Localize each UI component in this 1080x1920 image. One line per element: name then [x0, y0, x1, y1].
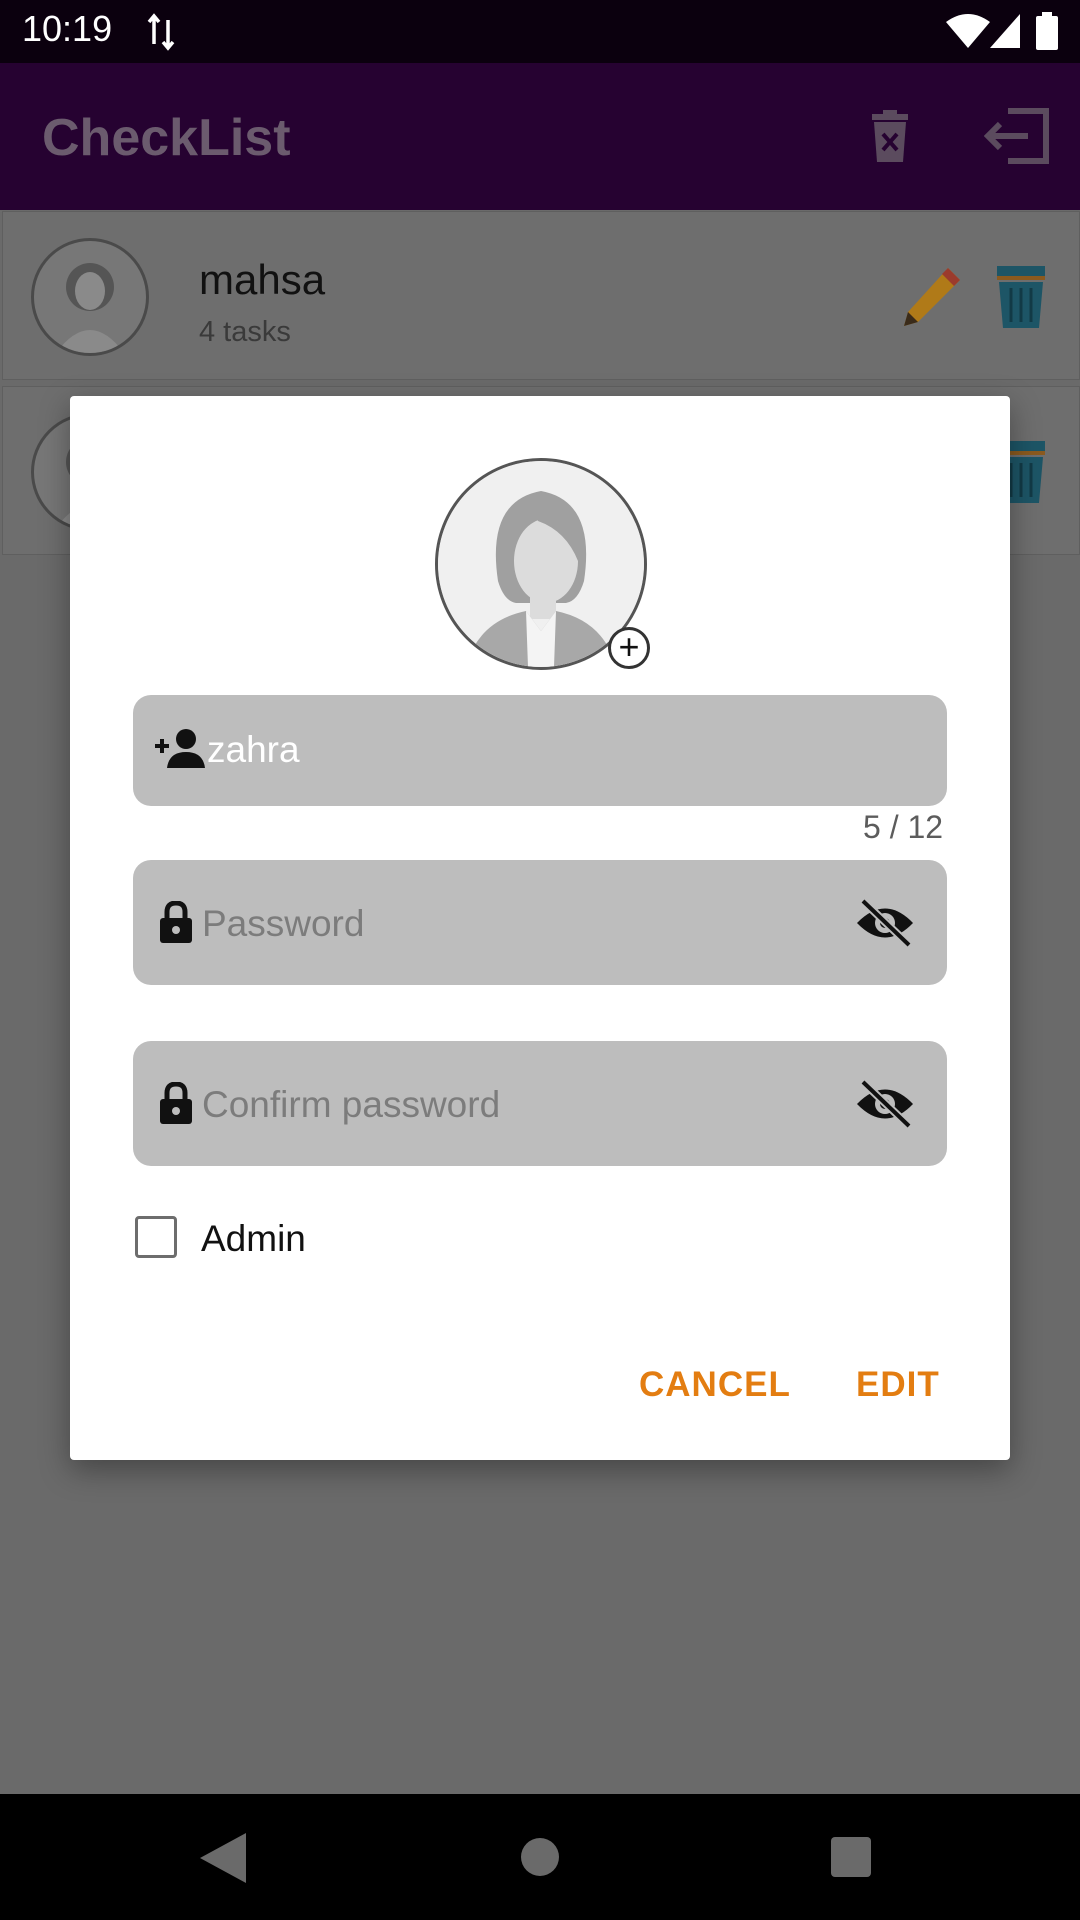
edit-button[interactable]: EDIT — [856, 1365, 940, 1405]
signal-icon — [990, 14, 1020, 48]
wifi-icon — [946, 14, 990, 48]
confirm-password-field[interactable]: Confirm password — [133, 1041, 947, 1166]
logout-icon[interactable] — [984, 108, 1050, 164]
confirm-password-input[interactable]: Confirm password — [202, 1084, 500, 1126]
female-avatar-icon — [56, 263, 124, 353]
add-user-icon — [155, 729, 205, 768]
edit-pencil-icon[interactable] — [896, 262, 966, 332]
recents-icon[interactable] — [831, 1837, 871, 1877]
add-photo-icon[interactable]: + — [608, 627, 650, 669]
avatar — [31, 238, 149, 356]
username-input[interactable]: zahra — [207, 729, 300, 771]
visibility-off-icon[interactable] — [855, 898, 915, 948]
app-title: CheckList — [42, 109, 291, 167]
password-field[interactable]: Password — [133, 860, 947, 985]
data-transfer-icon — [147, 13, 175, 51]
admin-checkbox[interactable] — [135, 1216, 177, 1258]
admin-label[interactable]: Admin — [201, 1218, 306, 1260]
user-name: mahsa — [199, 256, 326, 303]
password-input[interactable]: Password — [202, 903, 364, 945]
lock-icon — [160, 901, 192, 943]
lock-icon — [160, 1082, 192, 1124]
trash-can-icon[interactable] — [993, 262, 1049, 330]
username-field[interactable]: zahra — [133, 695, 947, 806]
back-icon[interactable] — [200, 1833, 246, 1883]
delete-all-icon[interactable] — [868, 110, 912, 162]
battery-icon — [1036, 12, 1058, 50]
visibility-off-icon[interactable] — [855, 1079, 915, 1129]
status-time: 10:19 — [22, 8, 113, 49]
edit-user-dialog: + zahra 5 / 12 Password Confirm password… — [70, 396, 1010, 1460]
home-icon[interactable] — [521, 1838, 559, 1876]
list-item[interactable]: mahsa 4 tasks — [2, 211, 1080, 380]
cancel-button[interactable]: CANCEL — [639, 1365, 791, 1405]
character-counter: 5 / 12 — [863, 809, 944, 845]
user-task-count: 4 tasks — [199, 316, 291, 348]
